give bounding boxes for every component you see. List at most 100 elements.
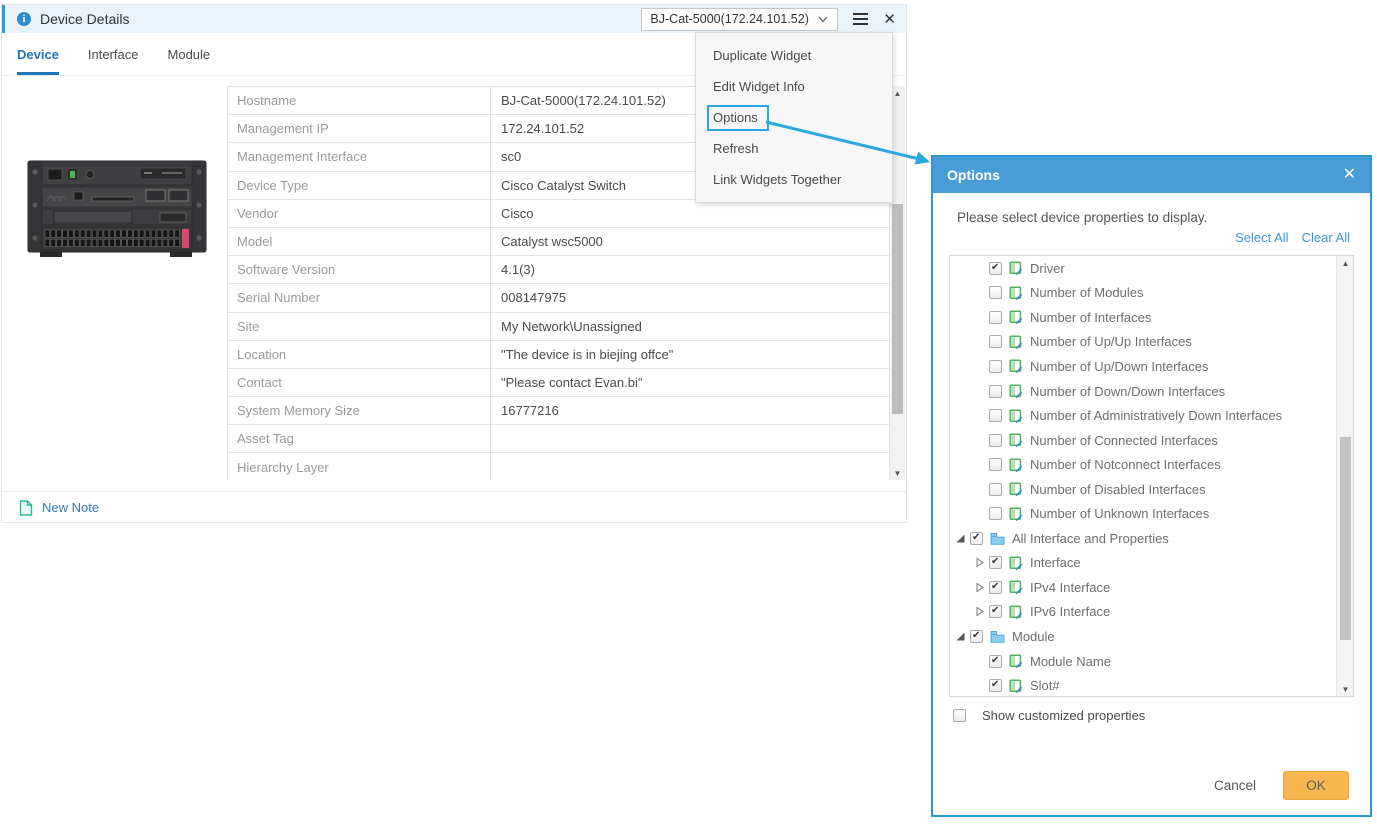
- checkbox-number-of-administratively-down-interfaces[interactable]: [989, 409, 1002, 423]
- checkbox-number-of-notconnect-interfaces[interactable]: [989, 458, 1002, 472]
- chevron-down-icon: [818, 16, 828, 23]
- property-label: Management Interface: [228, 143, 491, 171]
- menu-item-duplicate-widget[interactable]: Duplicate Widget: [696, 40, 892, 71]
- ok-button[interactable]: OK: [1283, 771, 1349, 800]
- checkbox-number-of-connected-interfaces[interactable]: [989, 433, 1002, 447]
- checkbox-number-of-up-down-interfaces[interactable]: [989, 359, 1002, 373]
- checkbox-driver[interactable]: [989, 261, 1002, 275]
- checkbox-slot[interactable]: [989, 679, 1002, 693]
- dialog-title: Options: [947, 167, 1000, 183]
- tree-item-label: Number of Notconnect Interfaces: [1030, 457, 1221, 473]
- menu-item-refresh[interactable]: Refresh: [696, 133, 892, 164]
- property-icon: [1009, 458, 1023, 472]
- checkbox-number-of-disabled-interfaces[interactable]: [989, 482, 1002, 496]
- table-row: Serial Number 008147975: [228, 284, 889, 313]
- property-value: [491, 453, 889, 480]
- property-icon: [1009, 482, 1023, 497]
- property-value: "The device is in biejing offce": [501, 346, 674, 362]
- expand-icon[interactable]: [973, 556, 986, 569]
- tree-item-label: Number of Connected Interfaces: [1030, 432, 1218, 448]
- tree-item-label: Number of Administratively Down Interfac…: [1030, 408, 1283, 424]
- tree-item-number-of-up-down-interfaces: Number of Up/Down Interfaces: [950, 354, 1353, 379]
- widget-close-icon[interactable]: ✕: [883, 12, 896, 27]
- tree-item-module-name: Module Name: [950, 649, 1353, 674]
- tab-module[interactable]: Module: [168, 33, 211, 75]
- table-row: Site My Network\Unassigned: [228, 312, 889, 341]
- property-icon: [1009, 335, 1023, 349]
- checkbox-module[interactable]: [970, 629, 983, 643]
- property-label: System Memory Size: [228, 397, 491, 425]
- dialog-close-icon[interactable]: ✕: [1343, 167, 1356, 183]
- scrollbar-thumb[interactable]: [892, 204, 903, 414]
- checkbox-all-interface-and-properties[interactable]: [970, 531, 983, 545]
- property-icon: [1009, 580, 1023, 595]
- new-note-label: New Note: [42, 500, 100, 515]
- checkbox-number-of-up-up-interfaces[interactable]: [989, 335, 1002, 349]
- tab-interface[interactable]: Interface: [88, 33, 139, 75]
- scroll-down-icon[interactable]: ▼: [890, 466, 905, 480]
- widget-menu-icon[interactable]: [851, 11, 870, 27]
- tab-device[interactable]: Device: [17, 33, 59, 75]
- tree-item-number-of-modules: Number of Modules: [950, 281, 1353, 306]
- property-value: 4.1(3): [501, 262, 535, 278]
- show-customized-checkbox[interactable]: [953, 709, 966, 722]
- property-value: 008147975: [501, 290, 567, 306]
- table-row: System Memory Size 16777216: [228, 397, 889, 426]
- checkbox-number-of-modules[interactable]: [989, 286, 1002, 300]
- tree-item-number-of-disabled-interfaces: Number of Disabled Interfaces: [950, 477, 1353, 502]
- expand-icon[interactable]: [973, 605, 986, 618]
- property-label: Software Version: [228, 256, 491, 284]
- checkbox-ipv4-interface[interactable]: [989, 580, 1002, 594]
- checkbox-ipv6-interface[interactable]: [989, 605, 1002, 619]
- checkbox-number-of-interfaces[interactable]: [989, 310, 1002, 324]
- scroll-down-icon[interactable]: ▼: [1337, 682, 1353, 696]
- property-icon: [1009, 286, 1023, 300]
- clear-all-link[interactable]: Clear All: [1302, 230, 1350, 245]
- new-note-button[interactable]: New Note: [19, 499, 100, 516]
- property-value: Catalyst wsc5000: [501, 234, 603, 250]
- menu-item-link-widgets-together[interactable]: Link Widgets Together: [696, 164, 892, 195]
- cancel-button[interactable]: Cancel: [1214, 778, 1256, 793]
- property-label: Hostname: [228, 87, 491, 115]
- menu-item-edit-widget-info[interactable]: Edit Widget Info: [696, 71, 892, 102]
- property-label: Site: [228, 312, 491, 340]
- menu-item-options[interactable]: Options: [696, 102, 892, 133]
- tree-item-number-of-unknown-interfaces: Number of Unknown Interfaces: [950, 501, 1353, 526]
- tree-item-driver: Driver: [950, 256, 1353, 281]
- widget-header: i Device Details BJ-Cat-5000(172.24.101.…: [2, 5, 906, 33]
- collapse-icon[interactable]: [954, 630, 967, 643]
- checkbox-number-of-down-down-interfaces[interactable]: [989, 384, 1002, 398]
- property-label: Management IP: [228, 115, 491, 143]
- checkbox-module-name[interactable]: [989, 654, 1002, 668]
- tree-item-number-of-interfaces: Number of Interfaces: [950, 305, 1353, 330]
- property-icon: [1009, 605, 1023, 619]
- table-row: Asset Tag: [228, 425, 889, 454]
- select-all-link[interactable]: Select All: [1235, 230, 1288, 245]
- scrollbar-thumb[interactable]: [1340, 437, 1351, 640]
- property-label: Hierarchy Layer: [228, 453, 491, 480]
- folder-icon: [990, 532, 1005, 545]
- scroll-up-icon[interactable]: ▲: [1337, 256, 1353, 270]
- table-row: Software Version 4.1(3): [228, 256, 889, 285]
- tree-scrollbar[interactable]: ▲ ▼: [1336, 256, 1353, 696]
- device-selector[interactable]: BJ-Cat-5000(172.24.101.52): [641, 7, 839, 31]
- tree-item-label: Driver: [1030, 260, 1065, 276]
- property-icon: [1009, 507, 1023, 521]
- checkbox-number-of-unknown-interfaces[interactable]: [989, 507, 1002, 521]
- tree-item-module: Module: [950, 624, 1353, 649]
- property-icon: [1009, 408, 1023, 423]
- checkbox-interface[interactable]: [989, 556, 1002, 570]
- tree-item-ipv6-interface: IPv6 Interface: [950, 600, 1353, 625]
- property-value: [491, 425, 889, 452]
- expand-icon[interactable]: [973, 581, 986, 594]
- tree-item-label: Module Name: [1030, 653, 1111, 669]
- collapse-icon[interactable]: [954, 532, 967, 545]
- tree-item-label: Slot#: [1030, 678, 1060, 694]
